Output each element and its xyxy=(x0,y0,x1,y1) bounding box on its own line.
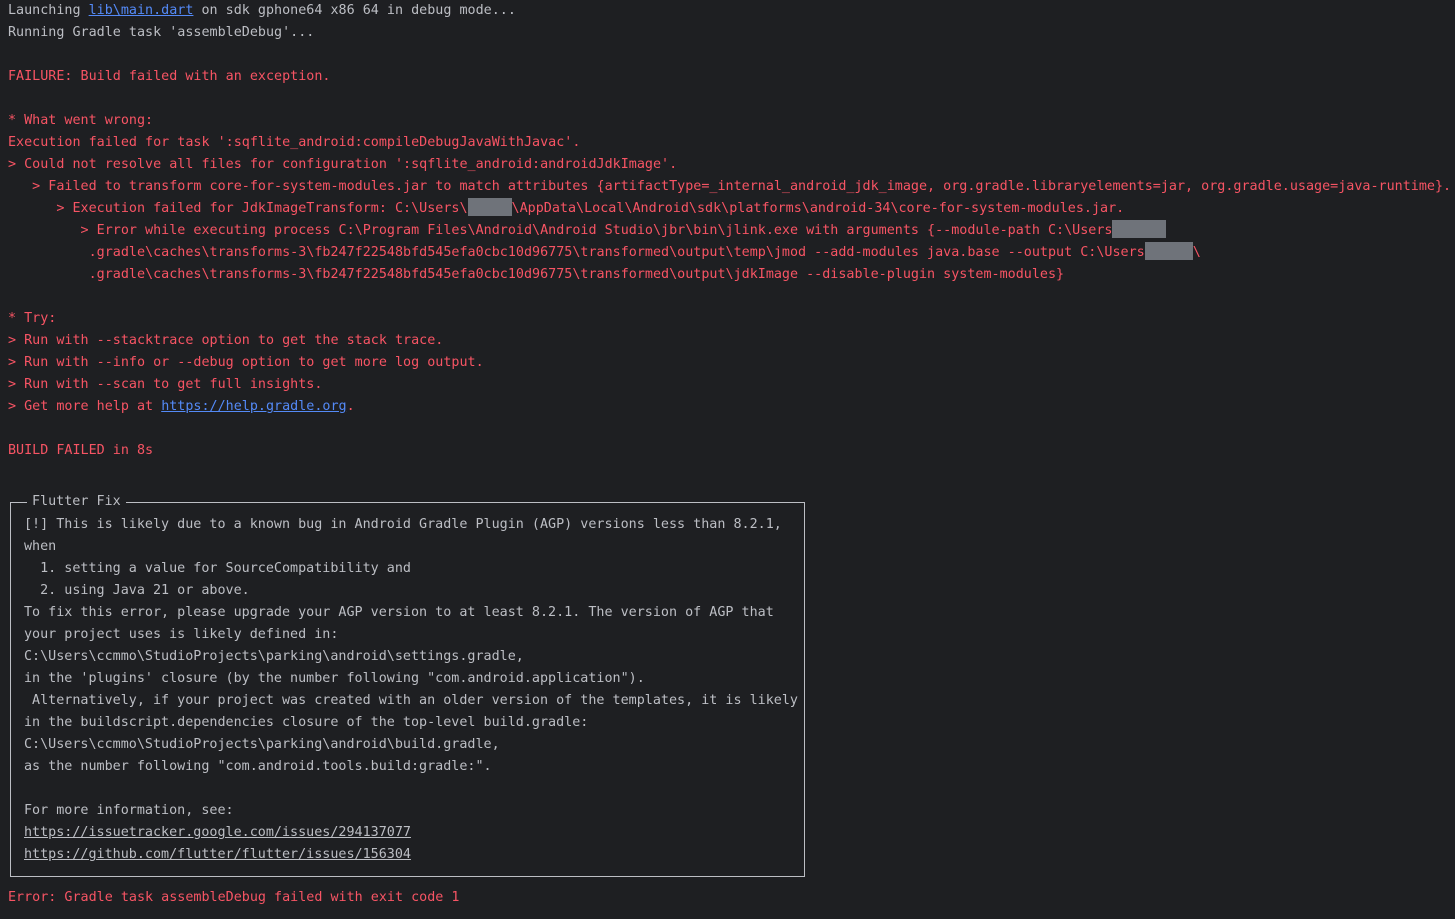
issuetracker-link[interactable]: https://issuetracker.google.com/issues/2… xyxy=(24,822,411,844)
running-gradle-line: Running Gradle task 'assembleDebug'... xyxy=(8,25,315,40)
flutter-fix-title: Flutter Fix xyxy=(27,492,126,512)
gradle-help-link[interactable]: https://help.gradle.org xyxy=(161,399,346,414)
jmod-text: .gradle\caches\transforms-3\fb247f22548b… xyxy=(8,245,1145,260)
flutter-fix-line: 1. setting a value for SourceCompatibili… xyxy=(24,561,411,576)
error-process-text: > Error while executing process C:\Progr… xyxy=(8,223,1113,238)
flutter-fix-line: your project uses is likely defined in: xyxy=(24,627,339,642)
main-dart-link[interactable]: lib\main.dart xyxy=(89,3,194,18)
could-not-resolve-line: > Could not resolve all files for config… xyxy=(8,157,678,172)
jmod-line: .gradle\caches\transforms-3\fb247f22548b… xyxy=(8,242,1201,264)
flutter-fix-line: [!] This is likely due to a known bug in… xyxy=(24,517,782,532)
flutter-fix-box: Flutter Fix [!] This is likely due to a … xyxy=(10,492,805,877)
help-suffix: . xyxy=(346,399,355,414)
jdk-transform-suffix: \AppData\Local\Android\sdk\platforms\and… xyxy=(511,201,1125,216)
flutter-fix-line: when xyxy=(24,539,57,554)
launching-prefix: Launching xyxy=(8,3,89,18)
flutter-fix-line: C:\Users\ccmmo\StudioProjects\parking\an… xyxy=(24,649,524,664)
flutter-fix-line: in the buildscript.dependencies closure … xyxy=(24,715,589,730)
redacted-username xyxy=(467,198,512,216)
jdk-transform-line: > Execution failed for JdkImageTransform… xyxy=(8,198,1124,220)
flutter-fix-line: as the number following "com.android.too… xyxy=(24,759,492,774)
failed-transform-line: > Failed to transform core-for-system-mo… xyxy=(8,179,1452,194)
github-issue-link[interactable]: https://github.com/flutter/flutter/issue… xyxy=(24,844,411,866)
launching-suffix: on sdk gphone64 x86 64 in debug mode... xyxy=(193,3,516,18)
help-line: > Get more help at https://help.gradle.o… xyxy=(8,396,355,418)
launching-line: Launching lib\main.dart on sdk gphone64 … xyxy=(8,0,516,22)
redacted-username xyxy=(1144,242,1193,260)
flutter-fix-line: C:\Users\ccmmo\StudioProjects\parking\an… xyxy=(24,737,500,752)
what-went-wrong-heading: * What went wrong: xyxy=(8,113,154,128)
redacted-username xyxy=(1112,220,1167,238)
try-stacktrace-line: > Run with --stacktrace option to get th… xyxy=(8,333,444,348)
jdkimage-line: .gradle\caches\transforms-3\fb247f22548b… xyxy=(8,267,1065,282)
try-info-line: > Run with --info or --debug option to g… xyxy=(8,355,484,370)
error-process-line: > Error while executing process C:\Progr… xyxy=(8,220,1167,242)
flutter-fix-line: To fix this error, please upgrade your A… xyxy=(24,605,774,620)
help-prefix: > Get more help at xyxy=(8,399,162,414)
try-heading: * Try: xyxy=(8,311,57,326)
jdk-transform-prefix: > Execution failed for JdkImageTransform… xyxy=(8,201,468,216)
try-scan-line: > Run with --scan to get full insights. xyxy=(8,377,323,392)
flutter-fix-line: Alternatively, if your project was creat… xyxy=(24,693,798,708)
flutter-fix-line: 2. using Java 21 or above. xyxy=(24,583,250,598)
jmod-suffix: \ xyxy=(1192,245,1201,260)
build-failed-line: BUILD FAILED in 8s xyxy=(8,443,154,458)
final-error-line: Error: Gradle task assembleDebug failed … xyxy=(8,890,460,905)
flutter-fix-line: For more information, see: xyxy=(24,803,234,818)
execution-failed-line: Execution failed for task ':sqflite_andr… xyxy=(8,135,581,150)
run-console: Launching lib\main.dart on sdk gphone64 … xyxy=(0,0,1455,919)
failure-title: FAILURE: Build failed with an exception. xyxy=(8,69,331,84)
flutter-fix-line: in the 'plugins' closure (by the number … xyxy=(24,671,645,686)
